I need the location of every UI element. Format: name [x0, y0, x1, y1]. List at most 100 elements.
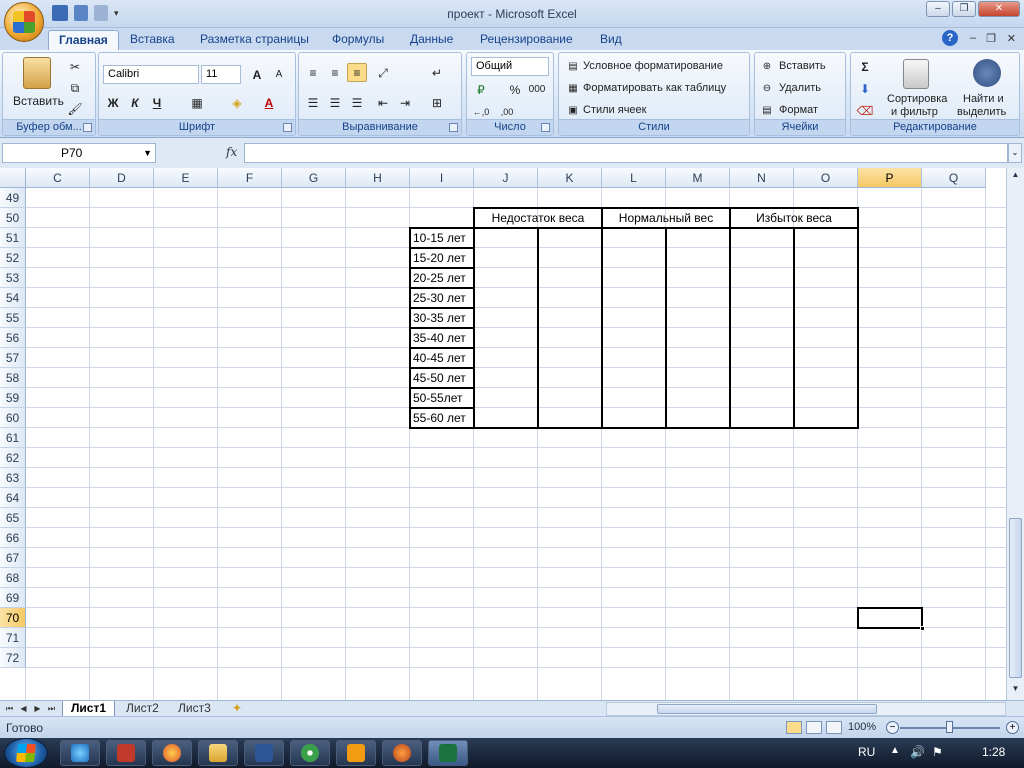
align-left-icon[interactable]: ☰ [303, 93, 323, 112]
format-painter-icon[interactable]: 🖌 [65, 99, 85, 118]
taskbar-firefox[interactable] [152, 740, 192, 766]
column-header[interactable]: L [602, 168, 666, 188]
insert-function-icon[interactable]: fx [226, 145, 237, 159]
row-header[interactable]: 70 [0, 608, 26, 628]
currency-icon[interactable]: ₽ [471, 80, 491, 99]
start-button[interactable] [4, 738, 48, 768]
insert-cells-button[interactable]: Вставить [779, 60, 826, 72]
paste-icon[interactable] [23, 57, 51, 89]
font-color-icon[interactable]: A [259, 93, 279, 112]
row-header[interactable]: 65 [0, 508, 26, 528]
wrap-text-icon[interactable]: ↵ [427, 63, 447, 82]
row-header[interactable]: 63 [0, 468, 26, 488]
tab-review[interactable]: Рецензирование [470, 30, 583, 50]
row-header[interactable]: 59 [0, 388, 26, 408]
percent-button[interactable]: % [505, 80, 525, 99]
column-header[interactable]: I [410, 168, 474, 188]
underline-button[interactable]: Ч [147, 93, 167, 112]
tab-home[interactable]: Главная [48, 30, 119, 50]
select-all-corner[interactable] [0, 168, 26, 188]
row-header[interactable]: 58 [0, 368, 26, 388]
column-header[interactable]: E [154, 168, 218, 188]
zoom-level[interactable]: 100% [848, 721, 876, 733]
row-header[interactable]: 72 [0, 648, 26, 668]
format-cells-button[interactable]: Формат [779, 104, 818, 116]
name-box[interactable]: P70 ▼ [2, 143, 156, 163]
scroll-down-icon[interactable]: ▼ [1009, 684, 1022, 696]
clipboard-launcher-icon[interactable] [83, 123, 92, 132]
row-header[interactable]: 54 [0, 288, 26, 308]
row-header[interactable]: 61 [0, 428, 26, 448]
column-header[interactable]: C [26, 168, 90, 188]
sheet-tab-1[interactable]: Лист1 [62, 701, 116, 717]
scroll-up-icon[interactable]: ▲ [1009, 170, 1022, 182]
tab-insert[interactable]: Вставка [120, 30, 185, 50]
ribbon-minimize-icon[interactable]: – [970, 32, 976, 44]
taskbar-ie[interactable] [60, 740, 100, 766]
row-header[interactable]: 53 [0, 268, 26, 288]
next-sheet-icon[interactable]: ▶ [32, 702, 43, 716]
column-header[interactable]: K [538, 168, 602, 188]
normal-view-icon[interactable] [786, 721, 802, 734]
sheet-tab-3[interactable]: Лист3 [170, 701, 219, 717]
row-header[interactable]: 52 [0, 248, 26, 268]
prev-sheet-icon[interactable]: ◀ [18, 702, 29, 716]
row-header[interactable]: 49 [0, 188, 26, 208]
row-header[interactable]: 55 [0, 308, 26, 328]
taskbar-explorer[interactable] [198, 740, 238, 766]
taskbar-app6[interactable] [290, 740, 330, 766]
cut-icon[interactable]: ✂ [65, 57, 85, 76]
name-box-dropdown-icon[interactable]: ▼ [143, 144, 152, 162]
row-header[interactable]: 69 [0, 588, 26, 608]
align-center-icon[interactable]: ☰ [325, 93, 345, 112]
page-layout-view-icon[interactable] [806, 721, 822, 734]
tab-data[interactable]: Данные [400, 30, 463, 50]
column-header[interactable]: G [282, 168, 346, 188]
borders-icon[interactable]: ▦ [187, 93, 207, 112]
autosum-button[interactable]: Σ [855, 57, 875, 76]
italic-button[interactable]: К [125, 93, 145, 112]
increase-indent-icon[interactable]: ⇥ [395, 93, 415, 112]
active-cell[interactable] [857, 607, 925, 631]
copy-icon[interactable]: ⧉ [65, 78, 85, 97]
tab-view[interactable]: Вид [590, 30, 632, 50]
merge-center-icon[interactable]: ⊞ [427, 93, 447, 112]
show-hidden-icons-icon[interactable]: ▲ [890, 745, 900, 756]
row-header[interactable]: 56 [0, 328, 26, 348]
zoom-in-icon[interactable]: + [1006, 721, 1019, 734]
close-button[interactable]: ✕ [978, 1, 1020, 17]
formula-input[interactable] [244, 143, 1008, 163]
orientation-icon[interactable]: ⤢ [373, 63, 393, 82]
column-header[interactable]: O [794, 168, 858, 188]
row-header[interactable]: 51 [0, 228, 26, 248]
ribbon-close-icon[interactable]: ✕ [1007, 32, 1016, 45]
minimize-button[interactable]: – [926, 1, 950, 17]
cell-styles-button[interactable]: Стили ячеек [583, 104, 646, 116]
font-launcher-icon[interactable] [283, 123, 292, 132]
tab-page-layout[interactable]: Разметка страницы [190, 30, 319, 50]
row-header[interactable]: 50 [0, 208, 26, 228]
align-top-icon[interactable]: ≡ [303, 63, 323, 82]
row-header[interactable]: 71 [0, 628, 26, 648]
volume-icon[interactable]: 🔊 [910, 745, 925, 759]
row-header[interactable]: 67 [0, 548, 26, 568]
find-select-label-2[interactable]: выделить [957, 106, 1006, 118]
taskbar-excel[interactable] [428, 740, 468, 766]
row-header[interactable]: 68 [0, 568, 26, 588]
first-sheet-icon[interactable]: ⏮ [4, 702, 15, 716]
conditional-format-button[interactable]: Условное форматирование [583, 60, 723, 72]
last-sheet-icon[interactable]: ⏭ [46, 702, 57, 716]
find-select-label-1[interactable]: Найти и [963, 93, 1004, 105]
shrink-font-icon[interactable]: A [269, 65, 289, 84]
page-break-view-icon[interactable] [826, 721, 842, 734]
paste-button[interactable]: Вставить [13, 94, 64, 108]
expand-formula-icon[interactable]: ⌄ [1008, 143, 1022, 163]
vertical-scrollbar[interactable]: ▲ ▼ [1006, 168, 1024, 700]
zoom-out-icon[interactable]: − [886, 721, 899, 734]
delete-cells-button[interactable]: Удалить [779, 82, 821, 94]
column-header[interactable]: M [666, 168, 730, 188]
column-header[interactable]: Q [922, 168, 986, 188]
sort-filter-label-2[interactable]: и фильтр [891, 106, 938, 118]
bold-button[interactable]: Ж [103, 93, 123, 112]
clock[interactable]: 1:28 [982, 745, 1005, 759]
